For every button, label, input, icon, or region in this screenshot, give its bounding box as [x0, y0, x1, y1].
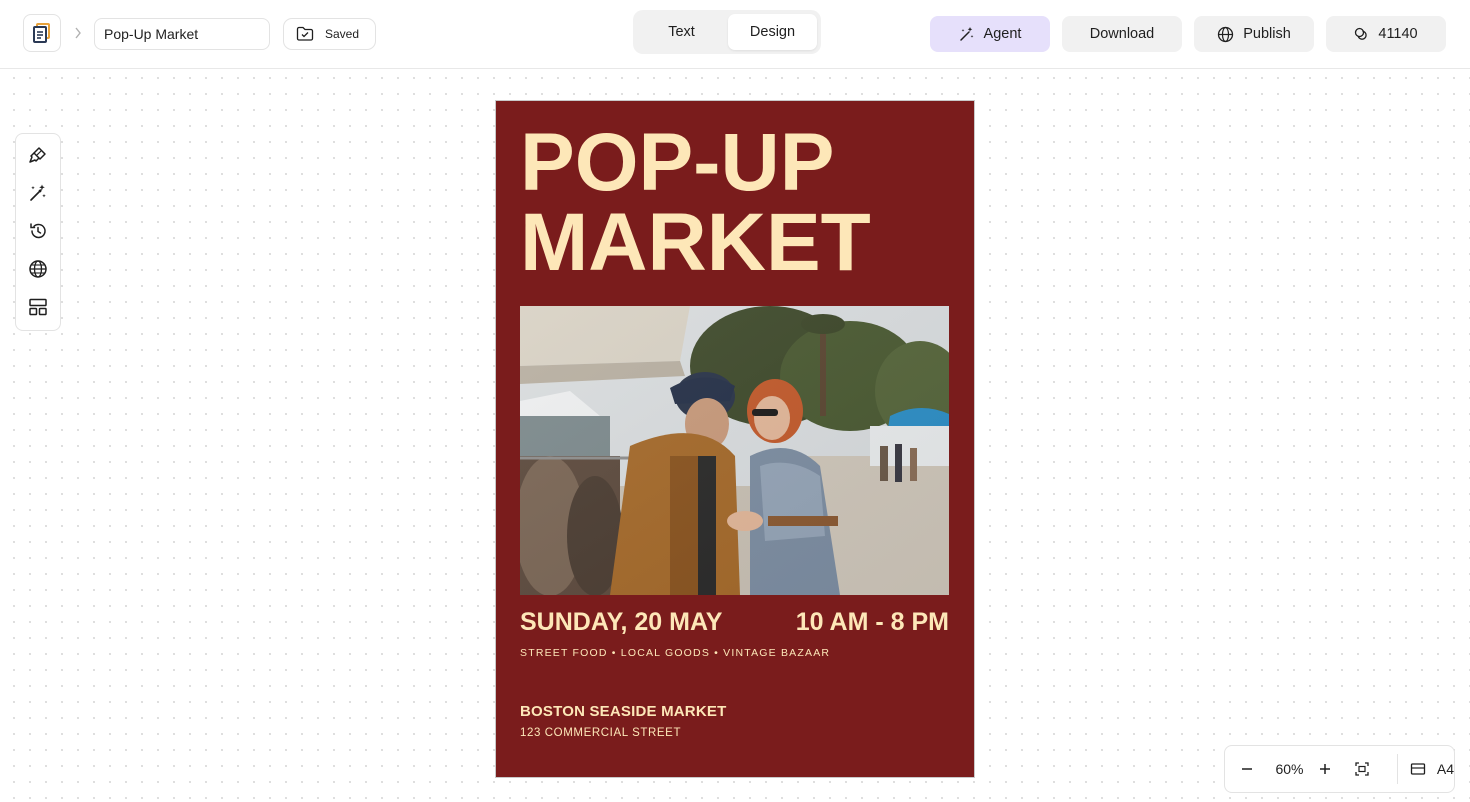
app-logo-button[interactable] — [23, 14, 61, 52]
headline-line-2: MARKET — [520, 197, 871, 288]
brush-icon — [29, 147, 46, 163]
save-status-label: Saved — [325, 27, 360, 41]
brush-tool-button[interactable] — [26, 144, 50, 166]
magic-wand-icon — [959, 27, 973, 41]
credits-value: 41140 — [1378, 26, 1418, 42]
folder-check-icon — [296, 26, 314, 41]
breadcrumb-chevron-icon — [71, 25, 85, 41]
save-status-button[interactable]: Saved — [283, 18, 376, 50]
fit-screen-icon — [1354, 762, 1369, 776]
event-date-time[interactable]: SUNDAY, 20 MAY 10 AM - 8 PM — [520, 606, 949, 638]
fit-to-screen-button[interactable] — [1340, 762, 1382, 776]
tool-rail — [15, 133, 61, 331]
agent-label: Agent — [983, 26, 1022, 42]
venue-name[interactable]: BOSTON SEASIDE MARKET — [520, 703, 726, 720]
globe-icon — [1218, 26, 1234, 42]
mode-toggle: Text Design — [633, 10, 821, 54]
document-title-input[interactable] — [94, 18, 270, 50]
credits-button[interactable]: 41140 — [1326, 16, 1446, 52]
zoom-controls: 60% A4 — [1224, 745, 1455, 793]
page-size-button[interactable] — [1408, 762, 1429, 776]
history-tool-button[interactable] — [26, 220, 50, 242]
event-time: 10 AM - 8 PM — [795, 608, 949, 636]
coins-icon — [1355, 27, 1368, 40]
poster-canvas[interactable]: POP-UP MARKET SUNDAY, 20 MAY 10 AM - 8 P… — [495, 100, 975, 778]
zoom-divider — [1396, 754, 1398, 784]
layout-icon — [29, 298, 47, 316]
zoom-level[interactable]: 60% — [1269, 761, 1309, 777]
history-icon — [30, 223, 46, 239]
plus-icon — [1320, 764, 1331, 774]
globe-icon — [29, 260, 47, 278]
tab-text[interactable]: Text — [637, 14, 726, 50]
top-bar: Saved Text Design Agent Download Publish… — [0, 0, 1470, 69]
minus-icon — [1242, 768, 1253, 770]
market-scene-image — [520, 306, 949, 595]
publish-button[interactable]: Publish — [1194, 16, 1314, 52]
layout-tool-button[interactable] — [26, 296, 50, 318]
headline-line-1: POP-UP — [520, 117, 835, 208]
download-label: Download — [1089, 26, 1155, 42]
app-logo-icon — [33, 23, 50, 43]
publish-label: Publish — [1243, 26, 1291, 42]
page-size-label[interactable]: A4 — [1437, 761, 1454, 777]
zoom-out-button[interactable] — [1225, 763, 1269, 775]
event-tagline[interactable]: STREET FOOD • LOCAL GOODS • VINTAGE BAZA… — [520, 647, 830, 659]
tab-design[interactable]: Design — [728, 14, 817, 50]
page-size-icon — [1411, 763, 1426, 775]
download-button[interactable]: Download — [1062, 16, 1182, 52]
poster-headline[interactable]: POP-UP MARKET — [520, 117, 960, 288]
zoom-in-button[interactable] — [1310, 763, 1341, 775]
agent-button[interactable]: Agent — [930, 16, 1050, 52]
magic-tool-button[interactable] — [26, 182, 50, 204]
magic-wand-icon — [30, 184, 46, 201]
market-photo[interactable] — [520, 306, 949, 595]
venue-address[interactable]: 123 COMMERCIAL STREET — [520, 727, 681, 739]
globe-tool-button[interactable] — [26, 258, 50, 280]
event-date: SUNDAY, 20 MAY — [520, 608, 723, 636]
